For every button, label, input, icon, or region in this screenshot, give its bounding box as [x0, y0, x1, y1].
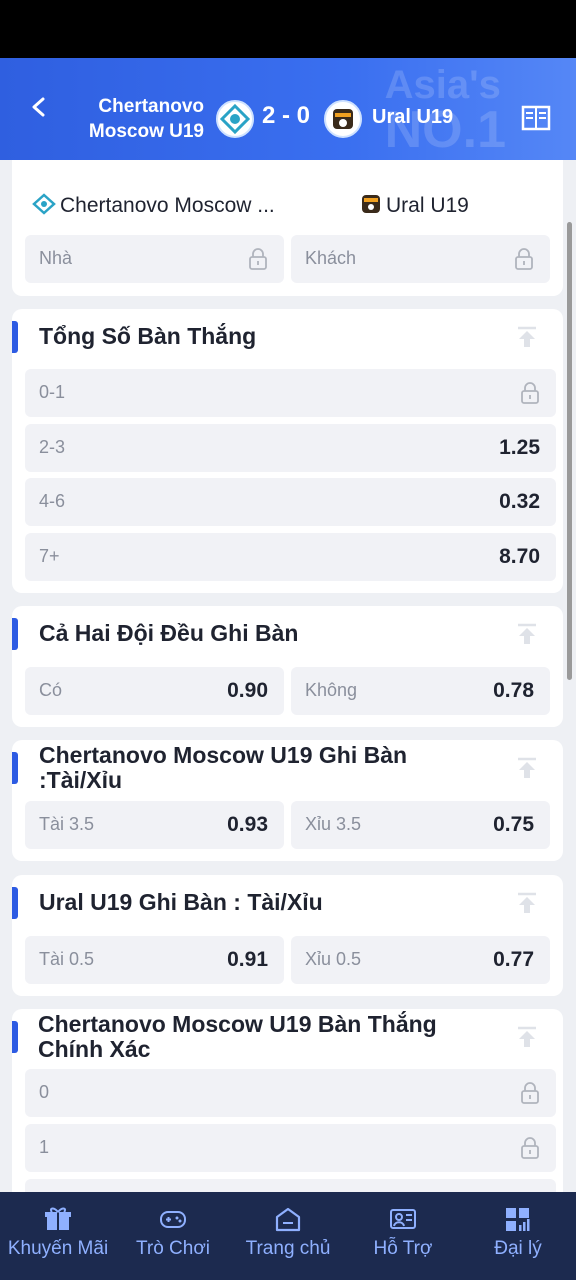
odds-cell-no[interactable]: Không 0.78	[291, 667, 550, 715]
odds-label: 1	[39, 1137, 50, 1157]
match-header: Asia's NO.1 Chertanovo Moscow U19 2 - 0 …	[0, 58, 576, 160]
markets-list[interactable]: Chertanovo Moscow ... Ural U19 Nhà Khách…	[0, 160, 576, 1192]
odds-value: 0.93	[227, 813, 268, 836]
nav-label: Hỗ Trợ	[373, 1238, 433, 1259]
odds-label: Xỉu 0.5	[305, 949, 362, 969]
home-team-name: Chertanovo Moscow U19	[88, 96, 204, 142]
odds-label: Khách	[305, 248, 357, 268]
nav-item-support[interactable]: Hỗ Trợ	[346, 1192, 460, 1280]
agent-icon	[506, 1208, 530, 1231]
accent-bar	[12, 1021, 18, 1053]
nav-label: Trang chủ	[245, 1238, 331, 1259]
nav-item-home[interactable]: Trang chủ	[230, 1192, 346, 1280]
pin-to-top-icon[interactable]	[515, 1025, 539, 1049]
odds-cell-home[interactable]: Nhà	[25, 235, 284, 283]
odds-row[interactable]: 7+ 8.70	[25, 533, 556, 581]
odds-label: Xỉu 3.5	[305, 814, 362, 834]
accent-bar	[12, 752, 18, 784]
odds-label: 0-1	[39, 382, 66, 402]
support-icon	[390, 1209, 416, 1229]
market-card-away-over-under: Ural U19 Ghi Bàn : Tài/Xỉu Tài 0.5 0.91 …	[12, 875, 563, 996]
scrollbar[interactable]	[567, 222, 572, 680]
market-card-home-over-under: Chertanovo Moscow U19 Ghi Bàn :Tài/Xỉu T…	[12, 740, 563, 861]
market-card-exact-goals: Chertanovo Moscow U19 Bàn Thắng Chính Xá…	[12, 1009, 563, 1192]
lock-icon	[515, 248, 533, 270]
home-team-row: Chertanovo Moscow ...	[32, 193, 275, 218]
odds-value: 0.78	[493, 679, 534, 702]
odds-row[interactable]: 0-1	[25, 369, 556, 417]
lock-icon	[521, 1137, 539, 1159]
pin-to-top-icon[interactable]	[515, 325, 539, 349]
market-title: Tổng Số Bàn Thắng	[39, 323, 257, 349]
bottom-navigation: Khuyến Mãi Trò Chơi Trang chủ Hỗ Trợ Đại…	[0, 1192, 576, 1280]
odds-label: Tài 3.5	[39, 814, 95, 834]
away-team-name: Ural U19	[372, 106, 454, 128]
odds-row[interactable]: 4-6 0.32	[25, 478, 556, 526]
market-title: Chertanovo Moscow U19 Bàn Thắng Chính Xá…	[38, 1011, 437, 1062]
home-team-logo	[216, 100, 254, 138]
accent-bar	[12, 887, 18, 919]
odds-label: 2-3	[39, 437, 66, 457]
odds-label: 7+	[39, 546, 60, 566]
back-arrow-icon[interactable]	[28, 96, 50, 118]
odds-row[interactable]: 1	[25, 1124, 556, 1172]
market-card-winner: Chertanovo Moscow ... Ural U19 Nhà Khách	[12, 160, 563, 296]
home-icon	[275, 1207, 301, 1232]
status-bar	[0, 0, 576, 58]
market-card-total-goals: Tổng Số Bàn Thắng 0-1 2-3 1.25 4-6 0.32 …	[12, 309, 563, 593]
odds-cell-yes[interactable]: Có 0.90	[25, 667, 284, 715]
market-title: Chertanovo Moscow U19 Ghi Bàn :Tài/Xỉu	[39, 742, 408, 793]
odds-cell-under[interactable]: Xỉu 3.5 0.75	[291, 801, 550, 849]
odds-label: 0	[39, 1082, 50, 1102]
odds-label: 4-6	[39, 491, 66, 511]
away-team-logo	[324, 100, 362, 138]
home-team-logo-small	[32, 193, 56, 215]
accent-bar	[12, 321, 18, 353]
lock-icon	[249, 248, 267, 270]
odds-cell-away[interactable]: Khách	[291, 235, 550, 283]
nav-item-promotions[interactable]: Khuyến Mãi	[0, 1192, 116, 1280]
odds-value: 0.77	[493, 948, 534, 971]
odds-row[interactable]: 0	[25, 1069, 556, 1117]
lock-icon	[521, 382, 539, 404]
pin-to-top-icon[interactable]	[515, 756, 539, 780]
odds-value: 0.75	[493, 813, 534, 836]
odds-label: Nhà	[39, 248, 73, 268]
gift-icon	[45, 1207, 71, 1230]
nav-item-games[interactable]: Trò Chơi	[116, 1192, 230, 1280]
odds-label: Không	[305, 680, 358, 700]
odds-value: 0.90	[227, 679, 268, 702]
market-card-btts: Cả Hai Đội Đều Ghi Bàn Có 0.90 Không 0.7…	[12, 606, 563, 727]
gamepad-icon	[160, 1211, 186, 1228]
odds-row[interactable]: 2-3 1.25	[25, 424, 556, 472]
odds-value: 0.91	[227, 948, 268, 971]
match-score: 2 - 0	[262, 102, 311, 129]
market-title: Ural U19 Ghi Bàn : Tài/Xỉu	[39, 889, 323, 915]
nav-item-agent[interactable]: Đại lý	[460, 1192, 576, 1280]
pin-to-top-icon[interactable]	[515, 622, 539, 646]
odds-value: 0.32	[499, 490, 540, 513]
book-menu-icon[interactable]	[521, 104, 551, 132]
pin-to-top-icon[interactable]	[515, 891, 539, 915]
odds-cell-over[interactable]: Tài 0.5 0.91	[25, 936, 284, 984]
lock-icon	[521, 1082, 539, 1104]
odds-cell-over[interactable]: Tài 3.5 0.93	[25, 801, 284, 849]
nav-label: Đại lý	[494, 1238, 542, 1259]
odds-cell-under[interactable]: Xỉu 0.5 0.77	[291, 936, 550, 984]
odds-label: Có	[39, 680, 63, 700]
away-team-logo-small	[362, 195, 380, 213]
nav-label: Khuyến Mãi	[7, 1238, 109, 1259]
away-team-row: Ural U19	[360, 193, 469, 218]
market-title: Cả Hai Đội Đều Ghi Bàn	[39, 620, 299, 646]
nav-label: Trò Chơi	[135, 1238, 211, 1259]
odds-value: 8.70	[499, 545, 540, 568]
odds-value: 1.25	[499, 436, 540, 459]
odds-row[interactable]	[25, 1179, 556, 1192]
odds-label: Tài 0.5	[39, 949, 95, 969]
accent-bar	[12, 618, 18, 650]
